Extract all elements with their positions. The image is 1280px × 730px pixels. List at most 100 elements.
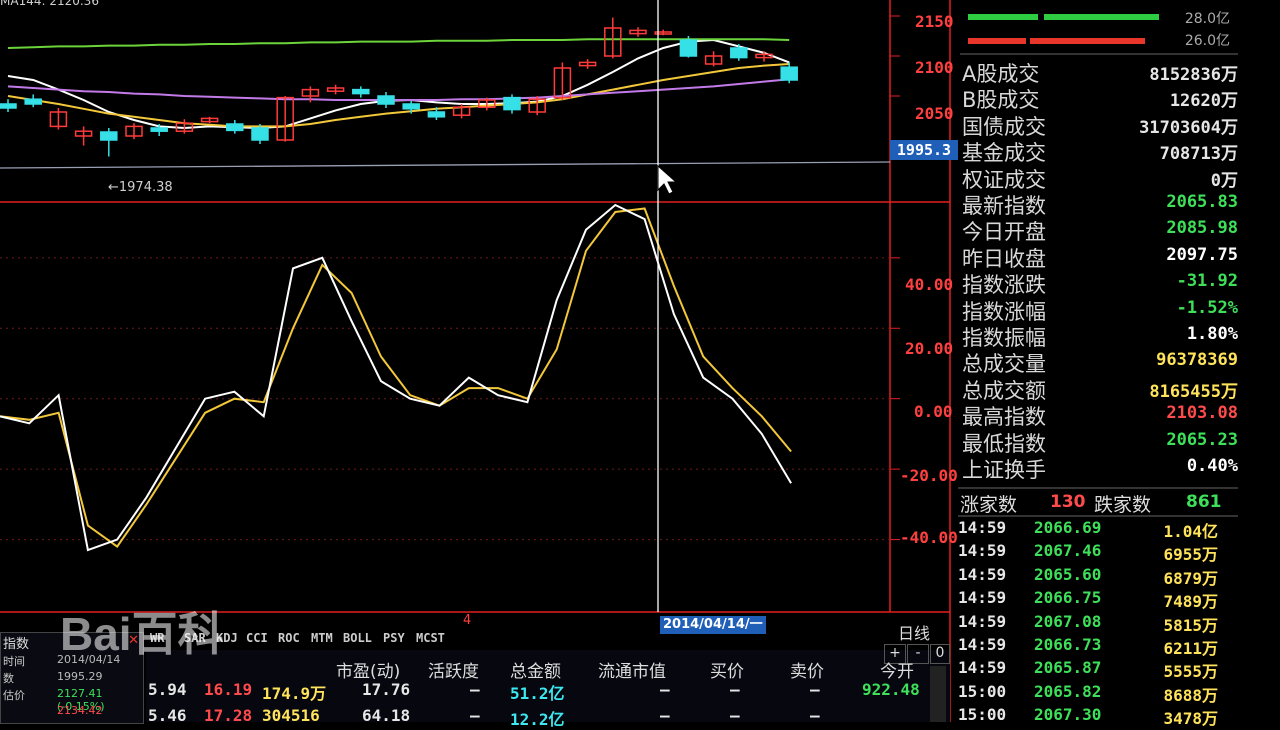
trade-price: 2065.60 — [1034, 564, 1102, 584]
trade-price: 2067.08 — [1034, 611, 1102, 631]
osc-tick-neg20: -20.00 — [900, 466, 958, 485]
table-cell: 304516 — [262, 706, 320, 725]
trade-time: 14:59 — [958, 564, 1007, 584]
trade-price: 2067.30 — [1034, 705, 1102, 725]
trade-volume: 5555万 — [1163, 662, 1218, 682]
ma-legend: MA144: 2120.36 — [0, 0, 99, 8]
down-count-label: 跌家数 — [1094, 494, 1152, 516]
stat-value: 96378369 — [1156, 350, 1238, 371]
volume-bar-green-2 — [1044, 14, 1159, 20]
stat-value: 8165455万 — [1149, 381, 1238, 402]
page-marker: 4 — [463, 613, 472, 628]
volume-legend-value-2: 26.0亿 — [1184, 33, 1230, 49]
stat-row: 总成交量 96378369 — [958, 348, 1238, 376]
trade-price: 2066.73 — [1034, 635, 1102, 654]
table-cell: – — [660, 706, 670, 725]
current-price-marker: 1995.3 — [890, 140, 958, 160]
indicator-tab-boll[interactable]: BOLL — [343, 631, 372, 649]
trade-row[interactable]: 14:59 2067.08 5815万 — [958, 611, 1238, 635]
table-cell: – — [660, 680, 670, 699]
mini-panel-title: 指数 — [3, 637, 30, 652]
stat-row: 总成交额 8165455万 — [958, 375, 1238, 403]
trade-volume: 6211万 — [1163, 639, 1218, 658]
table-cell: 5.46 — [148, 706, 187, 725]
trade-row[interactable]: 14:59 2067.46 6955万 — [958, 541, 1238, 565]
indicator-tab-psy[interactable]: PSY — [383, 631, 405, 649]
candle-body — [427, 111, 446, 118]
trade-row[interactable]: 14:59 2066.75 7489万 — [958, 588, 1238, 611]
candle-body — [402, 103, 420, 110]
volume-bar-red-2 — [1030, 38, 1145, 44]
trade-price: 2066.69 — [1034, 518, 1102, 537]
table-cell: 17.76 — [362, 680, 411, 699]
stat-value: 0.40% — [1186, 456, 1238, 476]
stat-value: 31703604万 — [1139, 117, 1238, 138]
osc-tick-neg40: -40.00 — [900, 528, 958, 547]
stat-row: B股成交 12620万 — [958, 84, 1238, 112]
stat-value: -1.52% — [1176, 297, 1238, 318]
trade-time: 14:59 — [958, 635, 1007, 654]
table-cell: 17.28 — [204, 706, 253, 725]
stat-row: A股成交 8152836万 — [958, 58, 1238, 86]
baidu-watermark: Bai百科 — [60, 608, 224, 660]
table-header-cell[interactable]: 今开 — [880, 657, 914, 682]
trade-row[interactable]: 15:00 2065.82 8688万 — [958, 682, 1238, 705]
zoom-reset-button[interactable]: 0 — [930, 644, 950, 664]
trade-row[interactable]: 14:59 2065.60 6879万 — [958, 564, 1238, 588]
candle-body — [100, 131, 118, 141]
candle-body — [377, 95, 395, 105]
trade-row[interactable]: 15:00 2067.30 3478万 — [958, 705, 1238, 729]
trade-volume: 1.04亿 — [1163, 522, 1218, 541]
stat-row: 最低指数 2065.23 — [958, 428, 1238, 456]
tick-trades-list[interactable]: 14:59 2066.69 1.04亿 14:59 2067.46 6955万 14:59 2… — [958, 518, 1238, 728]
table-header-cell[interactable]: 市盈(动) — [336, 657, 400, 682]
table-cell: 64.18 — [362, 706, 411, 725]
trade-volume: 3478万 — [1163, 709, 1218, 729]
down-count: 861 — [1186, 492, 1222, 512]
oscillator-line — [0, 207, 792, 549]
trade-time: 14:59 — [958, 518, 1007, 537]
mini-label: 数 — [3, 672, 14, 685]
stat-label: 上证换手 — [962, 458, 1046, 482]
table-header-cell[interactable]: 卖价 — [790, 657, 824, 682]
trade-row[interactable]: 14:59 2065.87 5555万 — [958, 658, 1238, 682]
index-stats-panel: A股成交 8152836万 B股成交 12620万 国债成交 31703604万 基金成交 7… — [958, 58, 1280, 488]
period-label[interactable]: 日线 — [898, 620, 930, 644]
trade-time: 14:59 — [958, 658, 1007, 678]
table-header-cell[interactable]: 活跃度 — [428, 657, 479, 682]
trade-time: 14:59 — [958, 611, 1007, 631]
up-count: 130 — [1050, 492, 1086, 512]
table-cell: – — [810, 706, 820, 725]
candle-body — [0, 103, 17, 109]
mini-value: 1995.29 — [57, 670, 103, 683]
indicator-tab-roc[interactable]: ROC — [278, 631, 300, 649]
table-header-cell[interactable]: 买价 — [710, 657, 744, 682]
volume-legend: 28.0亿 26.0亿 — [966, 8, 1236, 49]
low-annotation: ←1974.38 — [108, 180, 173, 195]
mini-label: 估价 — [3, 689, 25, 702]
stat-row: 今日开盘 2085.98 — [958, 216, 1238, 244]
osc-tick-40: 40.00 — [905, 275, 954, 294]
stat-value: 708713万 — [1159, 144, 1238, 165]
candle-body — [780, 66, 798, 81]
candle-body — [251, 127, 269, 141]
stat-row: 指数涨幅 -1.52% — [958, 296, 1238, 324]
table-header-cell[interactable]: 流通市值 — [598, 657, 666, 682]
indicator-tab-mtm[interactable]: MTM — [311, 631, 333, 649]
indicator-tab-cci[interactable]: CCI — [246, 631, 268, 649]
table-cell: 12.2亿 — [510, 710, 565, 729]
trade-row[interactable]: 14:59 2066.69 1.04亿 — [958, 518, 1238, 541]
table-cell: – — [730, 706, 740, 725]
stat-row: 上证换手 0.40% — [958, 454, 1238, 482]
up-count-label: 涨家数 — [960, 494, 1018, 516]
table-cell: 5.94 — [148, 680, 187, 699]
stat-row: 最高指数 2103.08 — [958, 401, 1238, 429]
table-header-cell[interactable]: 总金额 — [510, 657, 561, 682]
trade-volume: 6955万 — [1163, 545, 1218, 565]
trade-time: 14:59 — [958, 541, 1007, 561]
indicator-tab-mcst[interactable]: MCST — [416, 631, 445, 649]
date-cursor-label: 2014/04/14/一 — [660, 616, 766, 634]
mini-panel-row: 估价 2127.41 (-0.15%) — [1, 687, 141, 713]
stat-row: 昨日收盘 2097.75 — [958, 243, 1238, 271]
trade-row[interactable]: 14:59 2066.73 6211万 — [958, 635, 1238, 658]
